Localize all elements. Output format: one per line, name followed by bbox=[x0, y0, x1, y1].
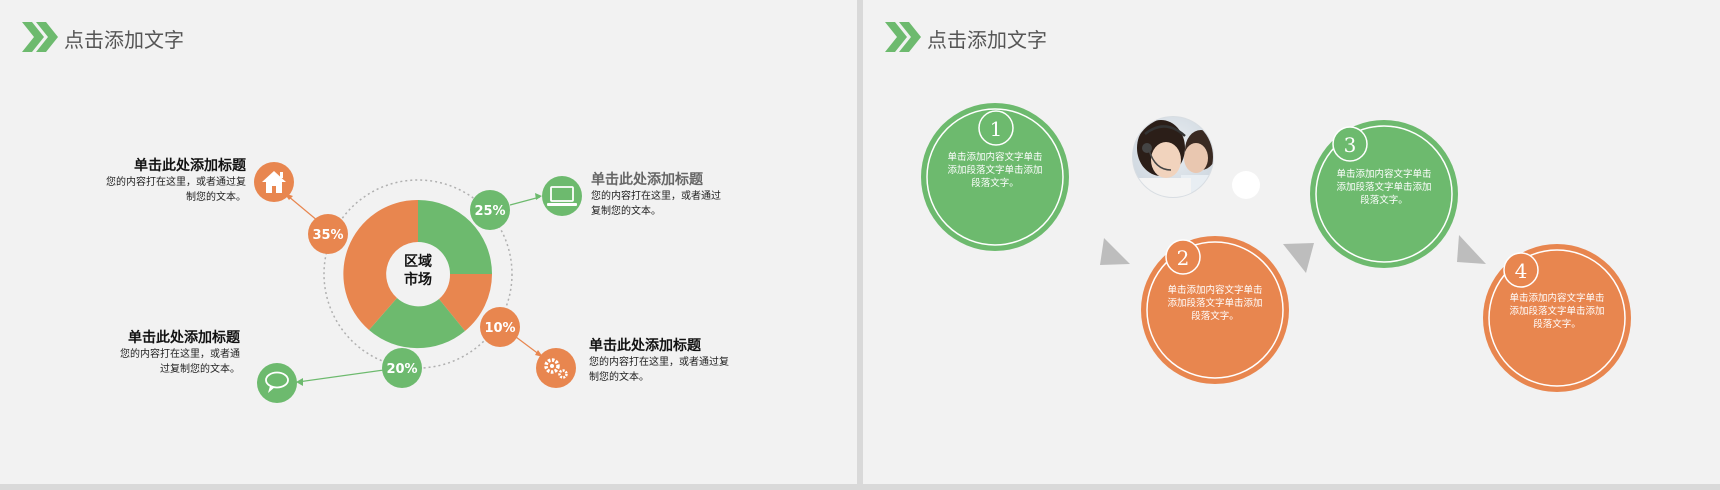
step-text-line1: 单击添加内容文字单击 bbox=[1336, 169, 1432, 180]
chat-bubble-icon bbox=[257, 363, 297, 403]
step-text-line1: 单击添加内容文字单击 bbox=[947, 152, 1043, 163]
block-title: 单击此处添加标题 bbox=[591, 172, 703, 188]
step-number: 3 bbox=[1344, 133, 1357, 157]
block-body-line2: 过复制您的文本。 bbox=[160, 364, 240, 375]
step-text-4: 单击添加内容文字单击 添加段落文字单击添加 段落文字。 bbox=[1487, 292, 1627, 331]
step-text-line1: 单击添加内容文字单击 bbox=[1509, 293, 1605, 304]
text-block-top-right: 单击此处添加标题 您的内容打在这里，或者通过 复制您的文本。 bbox=[591, 169, 721, 219]
percent-label-20: 20% bbox=[386, 362, 417, 377]
block-body-line2: 复制您的文本。 bbox=[591, 206, 661, 217]
slide-left: 点击添加文字 区域 市场 35% 25% 10% 20% 单击此处添加标题 您的… bbox=[0, 0, 857, 484]
triangle-arrow-2 bbox=[1283, 243, 1314, 273]
step-text-line1: 单击添加内容文字单击 bbox=[1167, 285, 1263, 296]
text-block-bottom-left: 单击此处添加标题 您的内容打在这里，或者通 过复制您的文本。 bbox=[120, 327, 240, 377]
photo-customer-service bbox=[1132, 116, 1214, 198]
block-body-line2: 制您的文本。 bbox=[186, 192, 246, 203]
step-text-line2: 添加段落文字单击添加 bbox=[1509, 306, 1605, 317]
step-text-3: 单击添加内容文字单击 添加段落文字单击添加 段落文字。 bbox=[1314, 168, 1454, 207]
step-text-line3: 段落文字。 bbox=[1533, 319, 1581, 330]
percent-label-10: 10% bbox=[484, 321, 515, 336]
percent-label-35: 35% bbox=[312, 228, 343, 243]
step-text-2: 单击添加内容文字单击 添加段落文字单击添加 段落文字。 bbox=[1145, 284, 1285, 323]
step-text-line3: 段落文字。 bbox=[1360, 195, 1408, 206]
center-label-line1: 区域 bbox=[404, 253, 432, 270]
step-number: 4 bbox=[1515, 259, 1528, 283]
step-text-line3: 段落文字。 bbox=[971, 178, 1019, 189]
decorative-dot bbox=[1232, 171, 1260, 199]
house-icon bbox=[254, 162, 294, 202]
percent-label-25: 25% bbox=[474, 204, 505, 219]
triangle-arrow-1 bbox=[1100, 238, 1130, 265]
laptop-icon bbox=[542, 176, 582, 216]
step-text-line3: 段落文字。 bbox=[1191, 311, 1239, 322]
triangle-arrow-3 bbox=[1457, 235, 1486, 264]
connector-20 bbox=[297, 369, 385, 383]
donut-diagram: 区域 市场 35% 25% 10% 20% bbox=[254, 162, 582, 403]
text-block-top-left: 单击此处添加标题 您的内容打在这里，或者通过复 制您的文本。 bbox=[106, 155, 246, 205]
gears-icon bbox=[536, 348, 576, 388]
step-text-line2: 添加段落文字单击添加 bbox=[1336, 182, 1432, 193]
text-block-bottom-right: 单击此处添加标题 您的内容打在这里，或者通过复 制您的文本。 bbox=[589, 335, 729, 385]
step-text-1: 单击添加内容文字单击 添加段落文字单击添加 段落文字。 bbox=[925, 151, 1065, 190]
block-title: 单击此处添加标题 bbox=[128, 330, 240, 346]
process-diagram: 1 2 3 4 bbox=[921, 103, 1631, 392]
block-body-line1: 您的内容打在这里，或者通过复 bbox=[106, 177, 246, 188]
slide-right: 点击添加文字 1 2 3 4 单击添加内容文字单击 添加段落文字单击添加 段落文… bbox=[863, 0, 1720, 484]
step-text-line2: 添加段落文字单击添加 bbox=[947, 165, 1043, 176]
block-body-line1: 您的内容打在这里，或者通过复 bbox=[589, 357, 729, 368]
connector-10 bbox=[515, 336, 541, 356]
block-body-line1: 您的内容打在这里，或者通 bbox=[120, 349, 240, 360]
block-body-line1: 您的内容打在这里，或者通过 bbox=[591, 191, 721, 202]
block-title: 单击此处添加标题 bbox=[134, 158, 246, 174]
step-text-line2: 添加段落文字单击添加 bbox=[1167, 298, 1263, 309]
step-number: 2 bbox=[1177, 246, 1190, 270]
center-label-line2: 市场 bbox=[404, 271, 432, 288]
step-number: 1 bbox=[990, 117, 1003, 141]
block-body-line2: 制您的文本。 bbox=[589, 372, 649, 383]
block-title: 单击此处添加标题 bbox=[589, 338, 701, 354]
connector-25 bbox=[509, 196, 541, 206]
